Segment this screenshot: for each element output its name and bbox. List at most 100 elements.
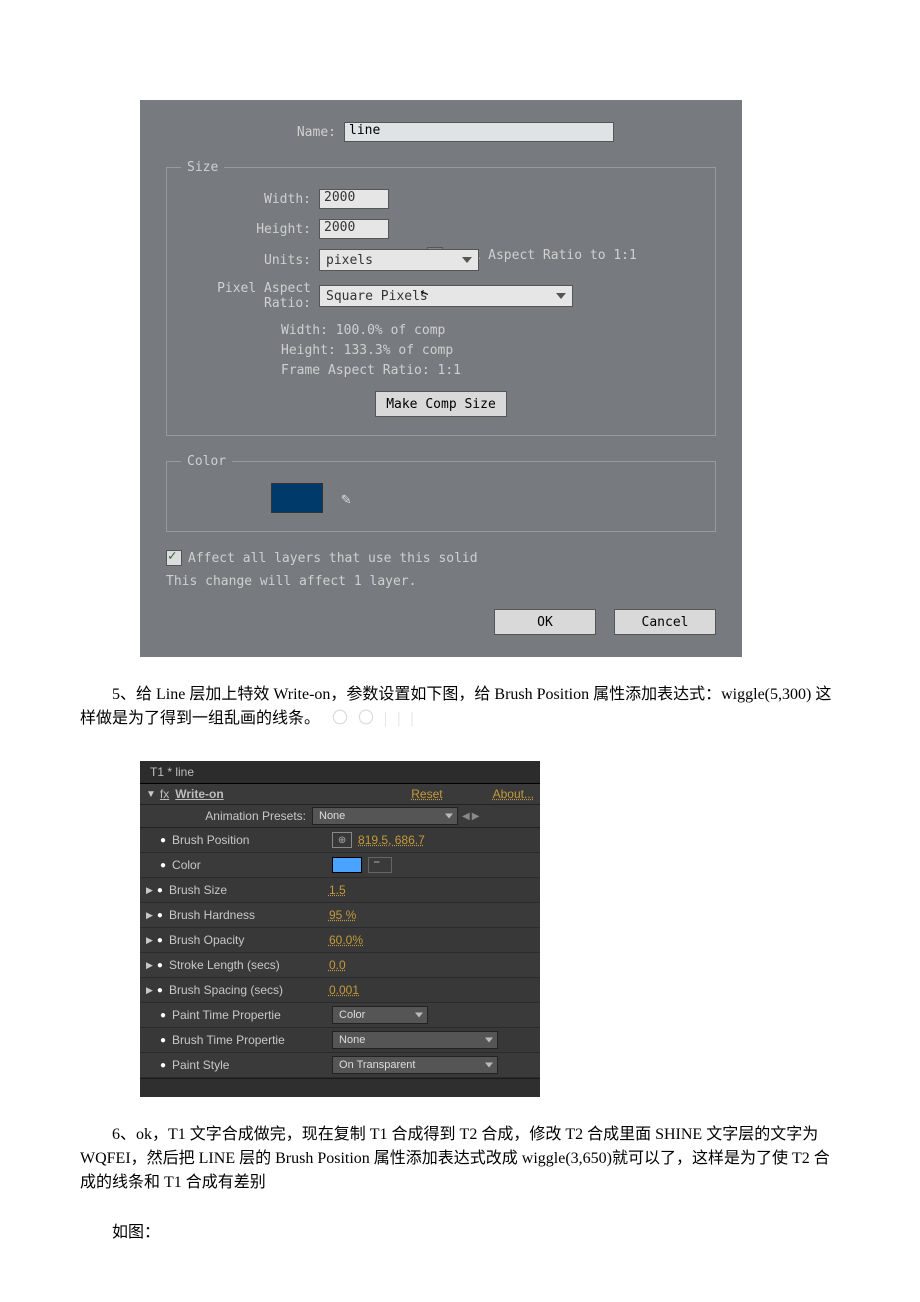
affect-info: This change will affect 1 layer. — [166, 574, 716, 589]
chevron-down-icon — [415, 1013, 423, 1018]
property-value[interactable]: 819.5, 686.7 — [358, 833, 425, 847]
property-name: Color — [172, 858, 332, 872]
paragraph-7: 如图： — [80, 1221, 840, 1245]
keyframe-stopwatch-icon[interactable]: ● — [160, 1060, 166, 1071]
paragraph-6: 6、ok，T1 文字合成做完，现在复制 T1 合成得到 T2 合成，修改 T2 … — [80, 1123, 840, 1195]
affect-all-label: Affect all layers that use this solid — [188, 551, 478, 566]
name-label: Name: — [166, 125, 344, 140]
property-name: Brush Spacing (secs) — [169, 983, 329, 997]
info-frame-aspect: Frame Aspect Ratio: 1:1 — [281, 361, 701, 381]
keyframe-stopwatch-icon[interactable]: ● — [160, 1035, 166, 1046]
width-label: Width: — [181, 192, 319, 207]
units-value: pixels — [326, 253, 373, 268]
reset-link[interactable]: Reset — [411, 787, 442, 801]
twirl-right-icon[interactable]: ▶ — [146, 885, 153, 896]
property-value: None — [339, 1034, 365, 1046]
eyedropper-icon[interactable]: ✎ — [335, 487, 357, 509]
property-value: On Transparent — [339, 1059, 415, 1071]
chevron-down-icon — [485, 1063, 493, 1068]
keyframe-stopwatch-icon[interactable]: ● — [160, 860, 166, 871]
property-value[interactable]: 0.0 — [329, 958, 346, 972]
height-input[interactable]: 2000 — [319, 219, 389, 239]
keyframe-stopwatch-icon[interactable]: ● — [157, 960, 163, 971]
height-label: Height: — [181, 222, 319, 237]
fx-icon: fx — [160, 787, 169, 801]
property-name: Stroke Length (secs) — [169, 958, 329, 972]
color-legend: Color — [181, 454, 232, 469]
property-row: ● Brush Position⊕ 819.5, 686.7 — [140, 828, 540, 853]
presets-label: Animation Presets: — [146, 809, 312, 823]
keyframe-stopwatch-icon[interactable]: ● — [160, 835, 166, 846]
twirl-down-icon[interactable]: ▼ — [146, 789, 156, 800]
panel-footer — [140, 1078, 540, 1097]
property-row: ▶ ● Brush Hardness95 % — [140, 903, 540, 928]
chevron-down-icon — [485, 1038, 493, 1043]
affect-all-checkbox[interactable] — [166, 550, 182, 566]
effect-controls-panel: T1 * line ▼ fx Write-on Reset About... A… — [140, 761, 540, 1097]
width-input[interactable]: 2000 — [319, 189, 389, 209]
property-name: Brush Hardness — [169, 908, 329, 922]
size-legend: Size — [181, 160, 224, 175]
solid-settings-dialog: Name: line Size Width: 2000 Height: 2000… — [140, 100, 742, 657]
effect-name[interactable]: Write-on — [175, 787, 223, 801]
property-value[interactable]: 1.5 — [329, 883, 346, 897]
eyedropper-icon[interactable] — [368, 857, 392, 873]
units-label: Units: — [181, 253, 319, 268]
size-group: Size Width: 2000 Height: 2000 Lock Aspec… — [166, 160, 716, 436]
property-row: ● Brush Time Propertie None — [140, 1028, 540, 1053]
twirl-right-icon[interactable]: ▶ — [146, 935, 153, 946]
property-name: Brush Size — [169, 883, 329, 897]
info-height: Height: 133.3% of comp — [281, 341, 701, 361]
ok-button[interactable]: OK — [494, 609, 596, 635]
info-width: Width: 100.0% of comp — [281, 321, 701, 341]
property-name: Brush Time Propertie — [172, 1033, 332, 1047]
chevron-down-icon — [462, 257, 472, 263]
property-row: ● Paint Style On Transparent — [140, 1053, 540, 1078]
property-select[interactable]: Color — [332, 1006, 428, 1024]
par-label: Pixel Aspect Ratio: — [181, 281, 319, 311]
twirl-right-icon[interactable]: ▶ — [146, 910, 153, 921]
color-swatch[interactable] — [332, 857, 362, 873]
about-link[interactable]: About... — [493, 787, 534, 801]
property-row: ▶ ● Brush Spacing (secs)0.001 — [140, 978, 540, 1003]
property-row: ▶ ● Brush Opacity60.0% — [140, 928, 540, 953]
presets-value: None — [319, 810, 345, 822]
chevron-down-icon — [445, 814, 453, 819]
property-name: Brush Opacity — [169, 933, 329, 947]
property-name: Brush Position — [172, 833, 332, 847]
keyframe-stopwatch-icon[interactable]: ● — [157, 935, 163, 946]
property-row: ● Color — [140, 853, 540, 878]
property-value: Color — [339, 1009, 365, 1021]
property-name: Paint Style — [172, 1058, 332, 1072]
property-row: ▶ ● Stroke Length (secs)0.0 — [140, 953, 540, 978]
property-value[interactable]: 60.0% — [329, 933, 363, 947]
preset-next-icon[interactable]: ▶ — [472, 811, 480, 822]
panel-tab[interactable]: T1 * line — [140, 761, 540, 784]
keyframe-stopwatch-icon[interactable]: ● — [160, 1010, 166, 1021]
property-row: ● Paint Time Propertie Color — [140, 1003, 540, 1028]
make-comp-size-button[interactable]: Make Comp Size — [375, 391, 507, 417]
units-select[interactable]: pixels — [319, 249, 479, 271]
property-row: ▶ ● Brush Size1.5 — [140, 878, 540, 903]
par-select[interactable]: Square Pixels ↖ — [319, 285, 573, 307]
color-group: Color ✎ — [166, 454, 716, 532]
keyframe-stopwatch-icon[interactable]: ● — [157, 885, 163, 896]
name-input[interactable]: line — [344, 122, 614, 142]
cancel-button[interactable]: Cancel — [614, 609, 716, 635]
par-value: Square Pixels — [326, 289, 428, 304]
property-value[interactable]: 95 % — [329, 908, 356, 922]
crosshair-icon[interactable]: ⊕ — [332, 832, 352, 848]
property-value[interactable]: 0.001 — [329, 983, 359, 997]
presets-select[interactable]: None — [312, 807, 458, 825]
keyframe-stopwatch-icon[interactable]: ● — [157, 985, 163, 996]
keyframe-stopwatch-icon[interactable]: ● — [157, 910, 163, 921]
color-swatch[interactable] — [271, 483, 323, 513]
preset-prev-icon[interactable]: ◀ — [462, 811, 470, 822]
chevron-down-icon — [556, 293, 566, 299]
property-select[interactable]: On Transparent — [332, 1056, 498, 1074]
property-select[interactable]: None — [332, 1031, 498, 1049]
property-name: Paint Time Propertie — [172, 1008, 332, 1022]
paragraph-5: 5、给 Line 层加上特效 Write-on，参数设置如下图，给 Brush … — [80, 686, 831, 727]
twirl-right-icon[interactable]: ▶ — [146, 960, 153, 971]
twirl-right-icon[interactable]: ▶ — [146, 985, 153, 996]
